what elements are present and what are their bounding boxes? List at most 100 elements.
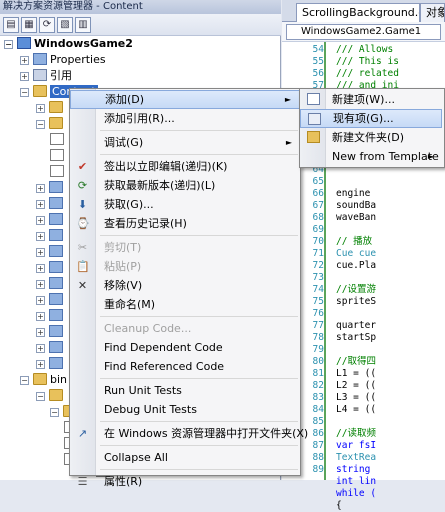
- collapse-icon[interactable]: −: [4, 40, 13, 49]
- code-line[interactable]: /// This is: [336, 56, 399, 68]
- line-number: 67: [312, 200, 324, 211]
- tree-references[interactable]: + 引用: [20, 68, 72, 84]
- tree-properties[interactable]: + Properties: [20, 52, 106, 68]
- tree-row[interactable]: −: [36, 388, 66, 404]
- context-menu-item[interactable]: Run Unit Tests: [70, 381, 300, 400]
- tree-row[interactable]: +: [36, 212, 66, 228]
- context-menu-item[interactable]: Find Referenced Code: [70, 357, 300, 376]
- code-line[interactable]: spriteS: [336, 296, 376, 308]
- expand-icon[interactable]: +: [36, 216, 45, 225]
- tree-row[interactable]: +: [36, 180, 66, 196]
- expand-icon[interactable]: +: [36, 232, 45, 241]
- context-menu-item[interactable]: 添加(D) ►: [70, 90, 300, 109]
- context-menu-item: 剪切(T) ✂: [70, 238, 300, 257]
- expand-icon[interactable]: +: [36, 280, 45, 289]
- context-menu-item[interactable]: Debug Unit Tests: [70, 400, 300, 419]
- context-menu-item[interactable]: 查看历史记录(H) ⌚: [70, 214, 300, 233]
- expand-icon[interactable]: +: [36, 184, 45, 193]
- submenu-item[interactable]: 新建文件夹(D): [300, 128, 442, 147]
- code-line[interactable]: engine: [336, 188, 370, 200]
- code-line[interactable]: Cue cue: [336, 248, 376, 260]
- code-line[interactable]: // 播放: [336, 236, 372, 248]
- code-line[interactable]: startSp: [336, 332, 376, 344]
- collapse-icon[interactable]: −: [36, 392, 45, 401]
- code-line[interactable]: L4 = ((: [336, 404, 376, 416]
- tree-row[interactable]: +: [36, 276, 66, 292]
- context-menu-item[interactable]: 获取最新版本(递归)(L) ⟳: [70, 176, 300, 195]
- tree-row[interactable]: [50, 164, 67, 180]
- tree-row[interactable]: +: [36, 260, 66, 276]
- code-line[interactable]: while (: [336, 488, 376, 500]
- tree-row[interactable]: [50, 132, 67, 148]
- context-menu-item[interactable]: 签出以立即编辑(递归)(K) ✔: [70, 157, 300, 176]
- expand-icon[interactable]: +: [36, 264, 45, 273]
- code-line[interactable]: L1 = ((: [336, 368, 376, 380]
- tree-row[interactable]: +: [36, 228, 66, 244]
- context-menu-item[interactable]: 属性(R) ☰: [70, 472, 300, 491]
- code-line[interactable]: L3 = ((: [336, 392, 376, 404]
- tree-solution[interactable]: − WindowsGame2: [4, 36, 133, 52]
- context-menu-item[interactable]: Collapse All: [70, 448, 300, 467]
- code-line[interactable]: //设置游: [336, 284, 376, 296]
- expand-icon[interactable]: +: [36, 360, 45, 369]
- tab-object-browser[interactable]: 对象: [420, 3, 445, 22]
- tree-row[interactable]: +: [36, 324, 66, 340]
- code-line[interactable]: /// Allows: [336, 44, 393, 56]
- tree-row[interactable]: −: [36, 116, 66, 132]
- code-line[interactable]: //读取频: [336, 428, 376, 440]
- code-line[interactable]: var fsI: [336, 440, 376, 452]
- code-line[interactable]: {: [336, 500, 342, 512]
- tree-row[interactable]: +: [36, 196, 66, 212]
- view-code-icon[interactable]: ▧: [57, 17, 73, 33]
- collapse-icon[interactable]: −: [20, 376, 29, 385]
- context-menu-item[interactable]: 添加引用(R)...: [70, 109, 300, 128]
- tree-row[interactable]: +: [36, 292, 66, 308]
- code-line[interactable]: //取得四: [336, 356, 376, 368]
- code-line[interactable]: int lin: [336, 476, 376, 488]
- tree-row[interactable]: +: [36, 356, 66, 372]
- tree-row[interactable]: +: [36, 340, 66, 356]
- context-menu-item[interactable]: 获取(G)... ⬇: [70, 195, 300, 214]
- code-line[interactable]: string: [336, 464, 370, 476]
- refresh-icon[interactable]: ⟳: [39, 17, 55, 33]
- tree-bin[interactable]: − bin: [20, 372, 67, 388]
- code-line[interactable]: quarter: [336, 320, 376, 332]
- context-menu-item[interactable]: 移除(V) ✕: [70, 276, 300, 295]
- expand-icon[interactable]: +: [36, 200, 45, 209]
- show-all-files-icon[interactable]: ▦: [21, 17, 37, 33]
- context-menu-item[interactable]: 重命名(M): [70, 295, 300, 314]
- submenu-item[interactable]: 现有项(G)...: [300, 109, 442, 128]
- tree-row[interactable]: +: [36, 100, 66, 116]
- expand-icon[interactable]: +: [36, 296, 45, 305]
- properties-toolbar-icon[interactable]: ▤: [3, 17, 19, 33]
- collapse-icon[interactable]: −: [20, 88, 29, 97]
- code-line[interactable]: TextRea: [336, 452, 376, 464]
- collapse-icon[interactable]: −: [36, 120, 45, 129]
- view-designer-icon[interactable]: ▥: [75, 17, 91, 33]
- code-line[interactable]: /// related: [336, 68, 399, 80]
- submenu-item[interactable]: New from Template ►: [300, 147, 442, 166]
- expand-icon[interactable]: +: [36, 312, 45, 321]
- context-menu-item[interactable]: Find Dependent Code: [70, 338, 300, 357]
- tree-row[interactable]: [50, 148, 67, 164]
- context-menu-item[interactable]: 调试(G) ►: [70, 133, 300, 152]
- expand-icon[interactable]: +: [36, 248, 45, 257]
- tree-row[interactable]: +: [36, 244, 66, 260]
- collapse-icon[interactable]: −: [50, 408, 59, 417]
- expand-icon[interactable]: +: [36, 328, 45, 337]
- get-icon: ⬇: [77, 198, 88, 211]
- tab-scrolling-background[interactable]: ScrollingBackground.cs: [296, 3, 420, 22]
- expand-icon[interactable]: +: [36, 104, 45, 113]
- expand-icon[interactable]: +: [20, 56, 29, 65]
- tree-row[interactable]: +: [36, 308, 66, 324]
- code-line[interactable]: cue.Pla: [336, 260, 376, 272]
- code-line[interactable]: soundBa: [336, 200, 376, 212]
- image-file-icon: [49, 357, 63, 369]
- expand-icon[interactable]: +: [36, 344, 45, 353]
- expand-icon[interactable]: +: [20, 72, 29, 81]
- code-line[interactable]: waveBan: [336, 212, 376, 224]
- submenu-item[interactable]: 新建项(W)...: [300, 90, 442, 109]
- code-line[interactable]: L2 = ((: [336, 380, 376, 392]
- class-combo[interactable]: WindowsGame2.Game1: [286, 24, 441, 40]
- context-menu-item[interactable]: 在 Windows 资源管理器中打开文件夹(X) ↗: [70, 424, 308, 443]
